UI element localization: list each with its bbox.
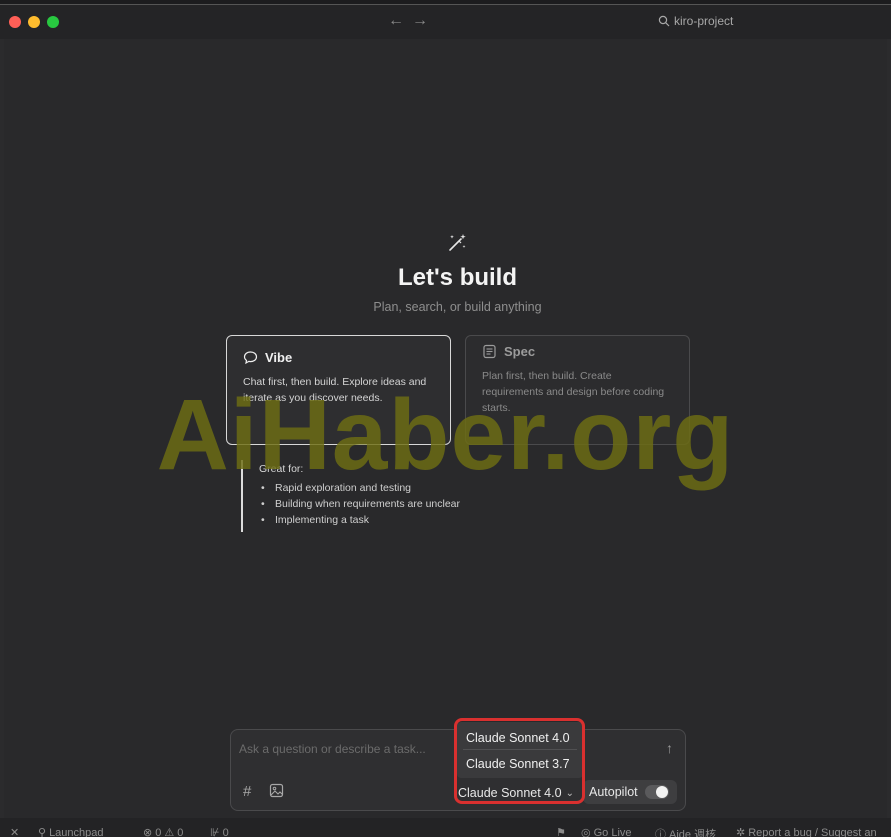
launchpad-label: Launchpad <box>49 826 104 837</box>
rocket-icon: ⚲ <box>38 827 47 837</box>
list-item: Implementing a task <box>259 512 501 528</box>
chat-bubble-icon <box>243 351 258 365</box>
mode-label: Spec <box>504 344 536 359</box>
toggle-switch[interactable] <box>645 785 669 799</box>
forward-arrow-icon[interactable]: → <box>412 12 428 30</box>
document-icon <box>483 344 496 359</box>
list-item: Building when requirements are unclear <box>259 496 501 512</box>
model-option[interactable]: Claude Sonnet 4.0 <box>466 731 570 745</box>
minimize-window-button[interactable] <box>28 16 40 28</box>
aide-label: Aide 週核 <box>669 829 717 837</box>
notification-icon[interactable]: ⚑ <box>556 826 566 837</box>
ports-item[interactable]: ⊮ 0 <box>210 826 229 837</box>
mode-description: Plan first, then build. Create requireme… <box>482 370 665 414</box>
toggle-knob <box>656 786 668 798</box>
project-search-box[interactable]: kiro-project <box>658 14 733 28</box>
remote-icon[interactable]: ✕ <box>10 826 19 837</box>
hash-context-button[interactable]: # <box>243 783 251 800</box>
launchpad-item[interactable]: ⚲ Launchpad <box>38 826 104 837</box>
search-icon <box>658 15 670 27</box>
ports-icon: ⊮ <box>210 827 220 837</box>
maximize-window-button[interactable] <box>47 16 59 28</box>
mode-description: Chat first, then build. Explore ideas an… <box>243 376 427 404</box>
go-live-item[interactable]: ◎ Go Live <box>581 826 632 837</box>
aide-item[interactable]: ⓘ Aide 週核 <box>655 826 716 837</box>
problems-item[interactable]: ⊗ 0 ⚠ 0 <box>143 826 183 837</box>
model-select-value: Claude Sonnet 4.0 <box>458 786 562 800</box>
page-title: Let's build <box>397 264 518 291</box>
autopilot-label: Autopilot <box>589 785 638 799</box>
error-icon: ⊗ <box>143 827 153 837</box>
report-bug-item[interactable]: ✲ Report a bug / Suggest an <box>736 826 877 837</box>
go-live-label: Go Live <box>593 826 632 837</box>
model-select[interactable]: Claude Sonnet 4.0 ⌄ <box>458 786 574 800</box>
list-item: Rapid exploration and testing <box>259 480 501 496</box>
project-title: kiro-project <box>674 14 734 28</box>
mode-card-spec[interactable]: Spec Plan first, then build. Create requ… <box>465 335 690 445</box>
info-icon: ⓘ <box>655 829 666 837</box>
great-for-title: Great for: <box>259 463 304 475</box>
broadcast-icon: ◎ <box>581 827 591 837</box>
image-icon[interactable] <box>269 783 284 798</box>
menu-divider <box>463 749 577 750</box>
model-option[interactable]: Claude Sonnet 3.7 <box>466 757 570 771</box>
page-subtitle: Plan, search, or build anything <box>373 300 542 314</box>
send-arrow-icon[interactable]: ↑ <box>666 740 673 756</box>
back-arrow-icon[interactable]: ← <box>388 12 404 30</box>
chevron-down-icon: ⌄ <box>565 787 574 799</box>
close-window-button[interactable] <box>9 16 21 28</box>
great-for-panel: Great for: Rapid exploration and testing… <box>241 460 501 532</box>
title-bar: ← → kiro-project <box>0 5 891 39</box>
status-bar: ✕ ⚲ Launchpad ⊗ 0 ⚠ 0 ⊮ 0 ⚑ ◎ Go Live ⓘ … <box>0 818 891 837</box>
report-bug-label: Report a bug / Suggest an <box>748 826 877 837</box>
bug-icon: ✲ <box>736 827 746 837</box>
ports-count: 0 <box>222 826 229 837</box>
mode-label: Vibe <box>265 350 293 365</box>
problems-count: 0 ⚠ 0 <box>155 827 184 837</box>
autopilot-toggle[interactable]: Autopilot <box>583 780 677 804</box>
model-dropdown-menu: Claude Sonnet 4.0 Claude Sonnet 3.7 <box>457 722 583 778</box>
magic-wand-icon <box>449 234 466 251</box>
mode-card-vibe[interactable]: Vibe Chat first, then build. Explore ide… <box>226 335 451 445</box>
